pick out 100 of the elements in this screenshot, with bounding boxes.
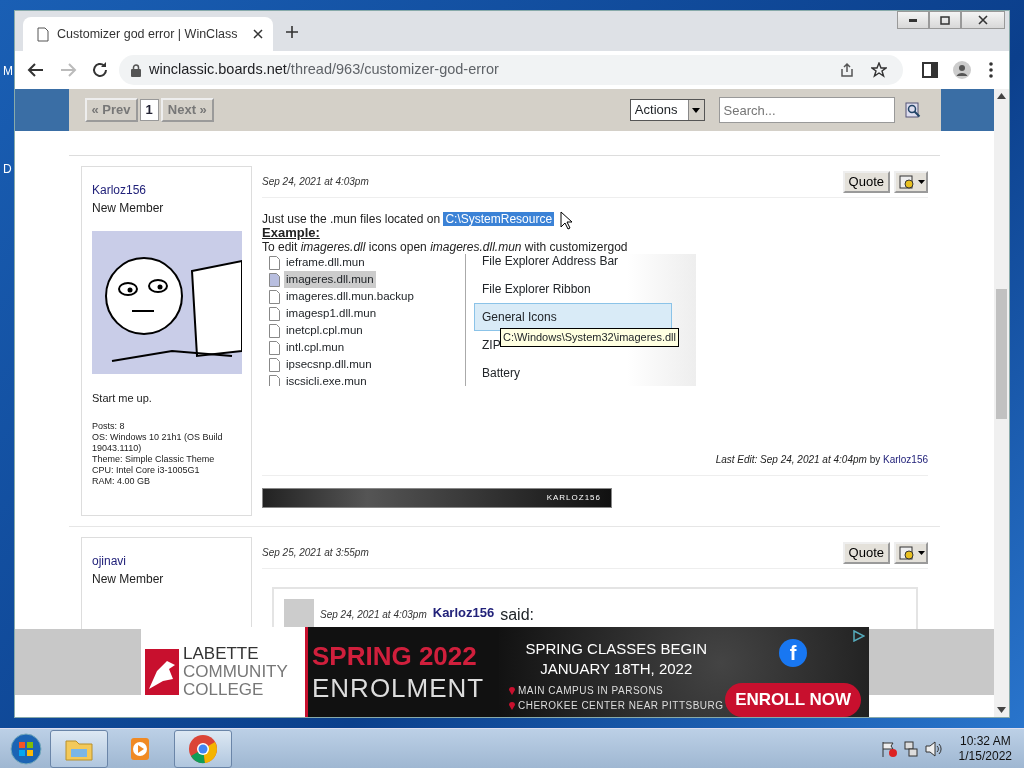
facebook-logo[interactable]: f [779,639,808,667]
close-icon [978,15,988,25]
flag-icon[interactable] [880,740,897,757]
profile-stat: Theme: Simple Classic Theme [92,453,216,465]
quote-date: Sep 24, 2021 at 4:03pm [320,608,427,622]
close-icon[interactable] [253,29,263,39]
ad-location: CHEROKEE CENTER NEAR PITTSBURG [518,699,724,713]
back-arrow-icon [27,61,45,79]
gear-page-icon [899,544,915,561]
map-pin-icon [509,686,515,695]
taskbar-app-button[interactable] [174,729,232,768]
post-date: Sep 25, 2021 at 3:55pm [262,546,369,560]
quote-button[interactable]: Quote [842,170,890,193]
post-text: To edit imageres.dll icons open imageres.dll.mun with customizergod [262,240,629,254]
file-icon [269,272,280,287]
browser-tab[interactable]: Customizer god error | WinClass [23,17,273,51]
star-icon [871,62,887,78]
file-name[interactable]: imageres.dll.mun [284,270,376,289]
last-edit-by: by [869,454,881,465]
close-button[interactable] [961,11,1005,29]
ad-location: MAIN CAMPUS IN PARSONS [518,684,664,698]
page-icon [37,26,49,42]
ad-choices-icon[interactable] [853,630,865,642]
scrollbar[interactable] [994,89,1009,717]
share-icon [839,62,855,78]
member-rank: New Member [92,200,165,217]
pagination-button[interactable]: 1 [139,99,159,121]
file-icon [269,357,280,372]
post-options-button[interactable] [894,170,928,193]
file-name[interactable]: intl.cpl.mun [284,338,347,357]
college-name: COLLEGE [183,681,265,699]
icon-group-item[interactable]: File Explorer Ribbon [474,275,672,303]
scroll-up-arrow[interactable] [997,93,1006,99]
file-name[interactable]: iscsicli.exe.mun [284,372,369,386]
post-options-button[interactable] [894,541,928,564]
map-pin-icon [509,701,515,710]
college-name: LABETTE [183,645,260,663]
forward-arrow-icon [59,61,77,79]
file-name[interactable]: ipsecsnp.dll.mun [284,355,374,374]
minimize-icon [909,18,917,22]
caret-icon [918,550,925,555]
profile-stat: RAM: 4.00 GB [92,475,152,487]
file-icon [269,340,280,355]
scrollbar-thumb[interactable] [996,289,1007,419]
quote-author-link[interactable]: Karloz156 [432,603,495,623]
speaker-icon[interactable] [924,740,943,757]
icon-group-item[interactable]: File Explorer Address Bar [474,254,672,275]
chrome-icon [187,732,219,765]
ad-headline: SPRING 2022 [312,640,478,672]
file-name[interactable]: ieframe.dll.mun [284,254,367,272]
file-icon [269,374,280,386]
tooltip: C:\Windows\System32\imageres.dll [500,328,679,347]
maximize-icon [940,15,950,25]
author-link[interactable]: ojinavi [92,552,241,570]
lock-icon [131,63,141,77]
scroll-down-arrow[interactable] [997,707,1006,713]
ad-announcement: JANUARY 18TH, 2022 [539,659,694,679]
last-edit-text: Last Edit: Sep 24, 2021 at 4:04pm [715,454,867,465]
ad-announcement: SPRING CLASSES BEGIN [524,639,709,659]
status-text: Start me up. [92,391,153,406]
side-panel-icon [921,61,939,79]
reload-icon [91,61,109,79]
profile-icon [953,61,971,79]
file-icon [269,255,280,270]
search-field[interactable]: Search... [718,97,895,123]
quote-button[interactable]: Quote [842,541,890,564]
post-date: Sep 24, 2021 at 4:03pm [262,175,369,189]
file-icon [269,323,280,338]
address-bar[interactable]: winclassic.boards.net/thread/963/customizer-god-error [119,55,903,85]
file-name[interactable]: imagesp1.dll.mun [284,304,379,323]
quote-said-text: said: [500,605,534,625]
profile-stat: CPU: Intel Core i3-1005G1 [92,464,201,476]
search-icon [904,102,921,118]
maximize-button[interactable] [929,11,961,29]
minimize-button[interactable] [897,11,929,29]
caret-icon [918,179,925,184]
actions-dropdown[interactable]: Actions [629,99,705,121]
ad-subline: ENROLMENT [312,672,486,704]
author-link[interactable]: Karloz156 [92,181,241,199]
quote-avatar [284,599,314,629]
icon-group-item[interactable]: Battery [474,359,672,386]
profile-stat: OS: Windows 10 21h1 (OS Build 19043.1110) [92,431,224,454]
member-rank: New Member [92,571,165,588]
gear-page-icon [899,173,915,190]
desktop-icon-label[interactable]: M [3,62,13,80]
clock[interactable]: 10:32 AM 1/15/2022 [958,733,1012,764]
desktop-icon-label[interactable]: D [3,160,12,178]
post-text: Just use the .mun files located on C:\SystemResource [262,212,556,226]
icon-group-item[interactable]: General Icons [474,303,672,331]
file-name[interactable]: imageres.dll.mun.backup [284,287,416,306]
cursor-icon [560,211,572,230]
file-icon [269,306,280,321]
file-icon [269,289,280,304]
signature-text: KARLOZ156 [546,492,601,504]
enroll-now-button[interactable]: ENROLL NOW [725,683,861,717]
editor-link[interactable]: Karloz156 [882,454,928,465]
file-name[interactable]: inetcpl.cpl.mun [284,321,365,340]
taskbar-app-button[interactable] [50,729,108,768]
network-icon[interactable] [902,740,919,757]
caret-icon [692,107,700,113]
